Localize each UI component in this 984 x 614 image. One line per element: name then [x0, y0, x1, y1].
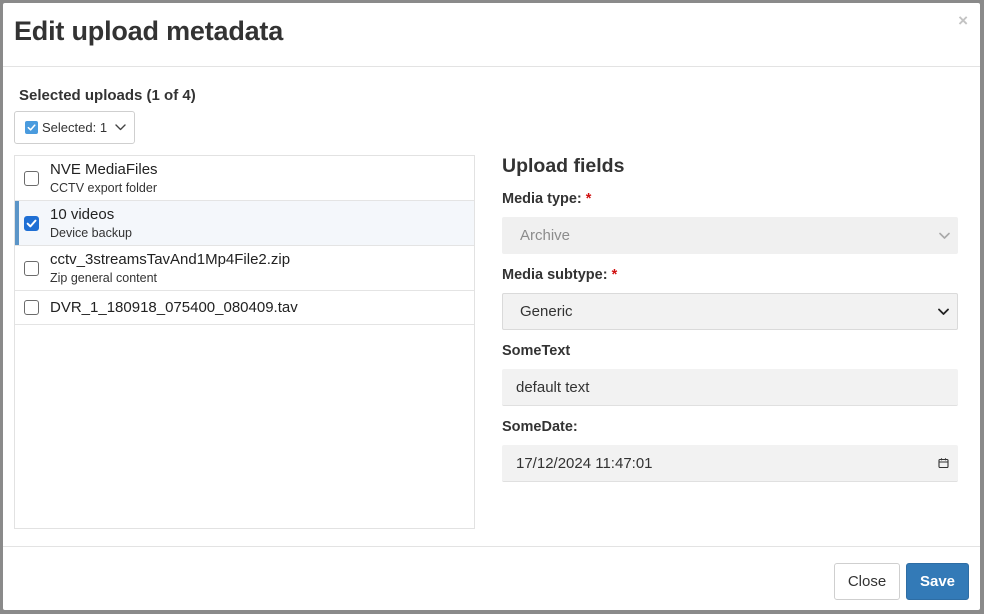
checkmark-icon [26, 219, 37, 227]
upload-fields-panel: Upload fields Media type: * Archive Medi… [502, 155, 958, 495]
media-subtype-select[interactable]: Generic [502, 293, 958, 330]
upload-checkbox[interactable] [24, 170, 39, 186]
chevron-down-icon [938, 308, 949, 315]
chevron-down-icon [939, 232, 950, 239]
upload-item-dvr-tav[interactable]: DVR_1_180918_075400_080409.tav [15, 291, 474, 325]
media-type-select: Archive [502, 217, 958, 254]
calendar-icon[interactable] [938, 458, 949, 469]
close-icon[interactable]: × [958, 12, 968, 29]
upload-description: Zip general content [50, 270, 158, 285]
selected-uploads-heading: Selected uploads (1 of 4) [19, 87, 196, 104]
close-button[interactable]: Close [834, 563, 900, 600]
selected-filter-dropdown[interactable]: Selected: 1 [14, 111, 135, 144]
upload-name: NVE MediaFiles [50, 160, 158, 178]
upload-checkbox[interactable] [24, 215, 39, 231]
media-subtype-value: Generic [520, 303, 573, 320]
uploads-list: NVE MediaFiles CCTV export folder 10 vid… [14, 155, 475, 529]
edit-upload-metadata-dialog: Edit upload metadata × Selected uploads … [3, 3, 980, 610]
upload-checkbox[interactable] [24, 260, 39, 276]
upload-checkbox[interactable] [24, 300, 39, 315]
upload-name: 10 videos [50, 205, 115, 223]
upload-item-10-videos[interactable]: 10 videos Device backup [15, 201, 474, 246]
save-button[interactable]: Save [906, 563, 969, 600]
upload-item-cctv-zip[interactable]: cctv_3streamsTavAnd1Mp4File2.zip Zip gen… [15, 246, 474, 291]
somedate-input[interactable]: 17/12/2024 11:47:01 [502, 445, 958, 482]
media-subtype-label: Media subtype: * [502, 267, 618, 283]
somedate-label: SomeDate: [502, 419, 578, 435]
upload-name: cctv_3streamsTavAnd1Mp4File2.zip [50, 250, 291, 268]
sometext-input[interactable]: default text [502, 369, 958, 406]
checkbox-checked-icon [25, 121, 38, 134]
upload-item-nve-mediafiles[interactable]: NVE MediaFiles CCTV export folder [15, 156, 474, 201]
dialog-header: Edit upload metadata × [3, 3, 980, 67]
selected-filter-label: Selected: 1 [42, 120, 108, 135]
upload-fields-heading: Upload fields [502, 155, 625, 177]
somedate-value: 17/12/2024 11:47:01 [516, 454, 653, 472]
required-marker: * [585, 191, 592, 207]
required-marker: * [611, 267, 618, 283]
sometext-value: default text [516, 378, 590, 396]
sometext-label: SomeText [502, 343, 571, 359]
upload-description: Device backup [50, 225, 132, 240]
dialog-footer: Close Save [3, 546, 980, 610]
media-type-value: Archive [520, 227, 571, 244]
media-type-label: Media type: * [502, 191, 592, 207]
upload-description: CCTV export folder [50, 180, 157, 195]
dialog-title: Edit upload metadata [14, 16, 284, 46]
upload-name: DVR_1_180918_075400_080409.tav [50, 298, 298, 316]
chevron-down-icon [115, 124, 126, 131]
